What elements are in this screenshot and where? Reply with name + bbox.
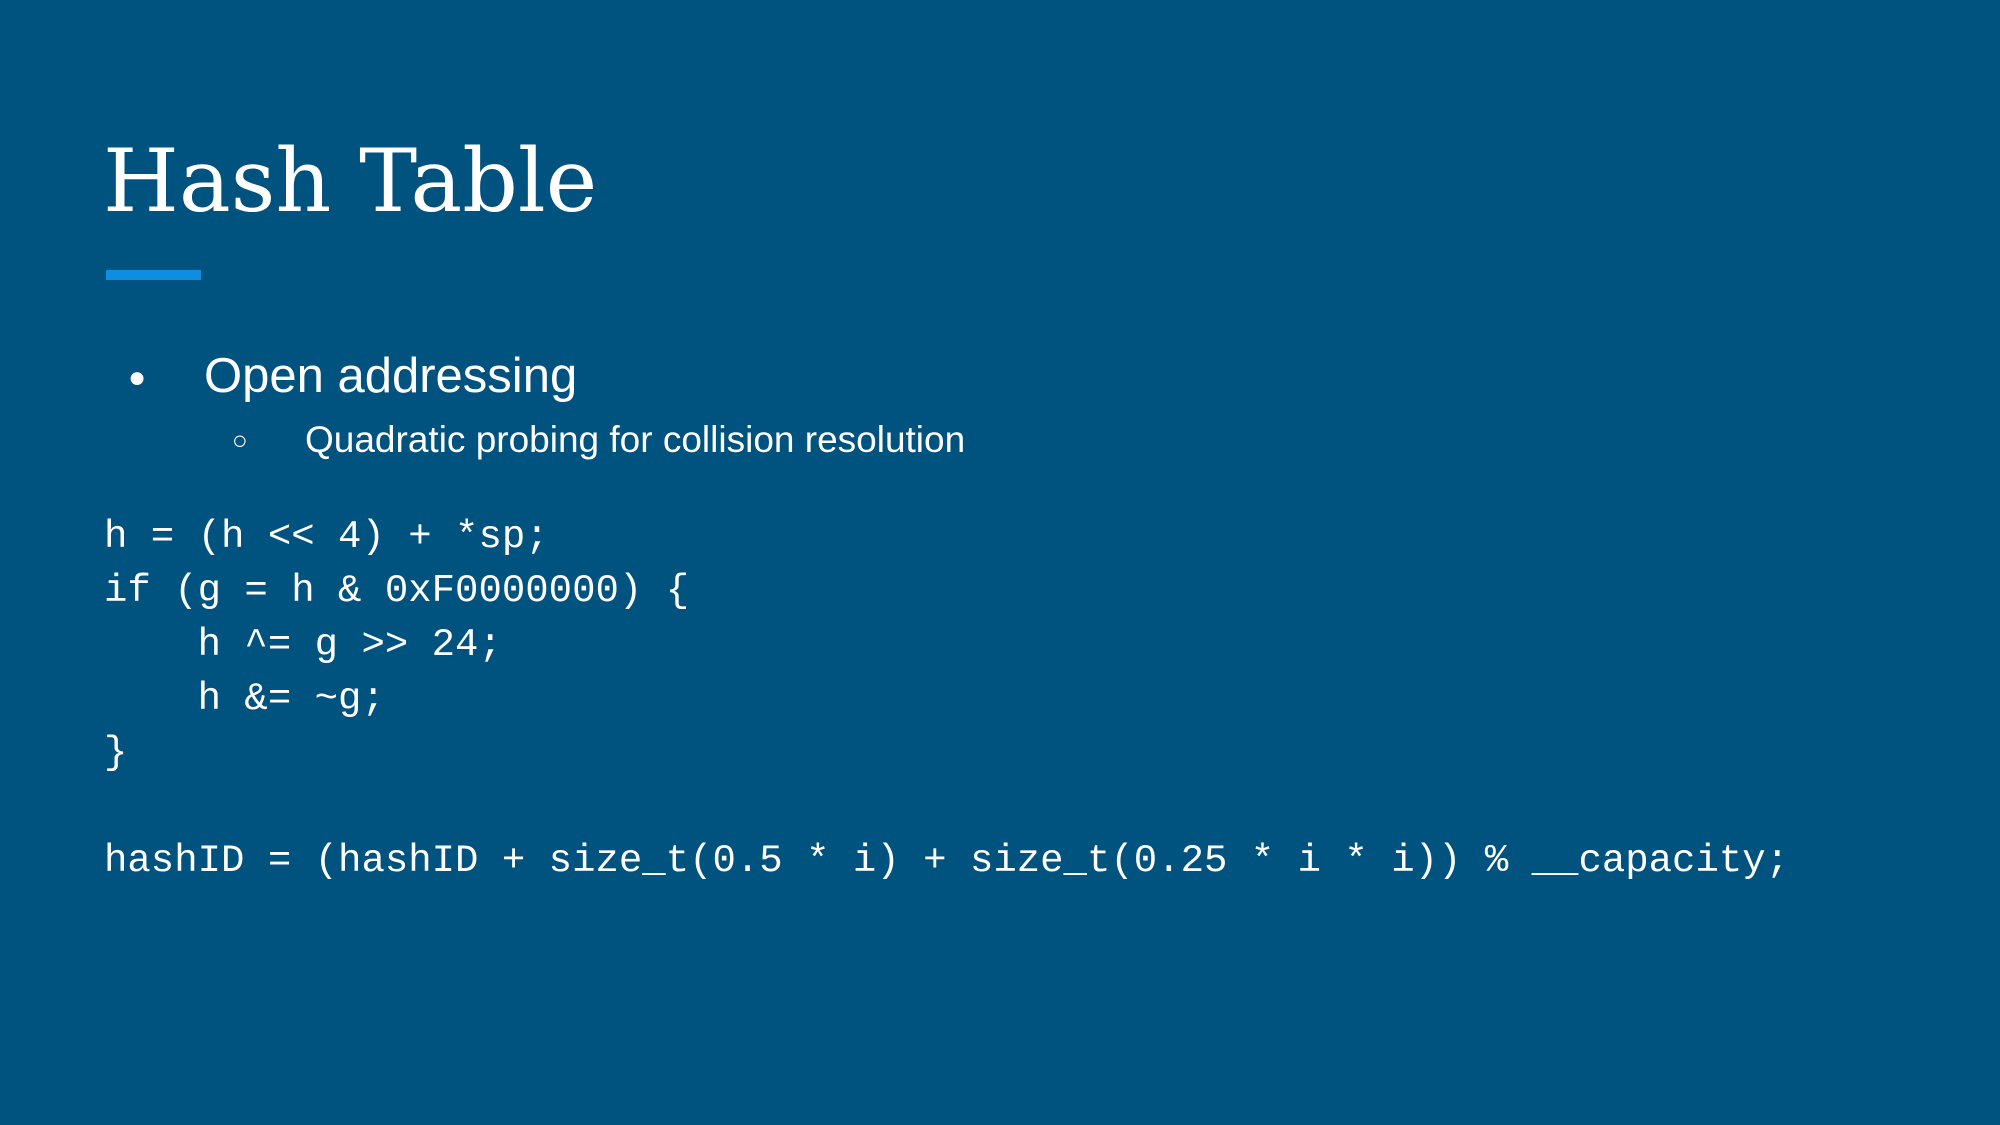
code-line: hashID = (hashID + size_t(0.5 * i) + siz…: [104, 839, 1790, 883]
bullet-text: Open addressing: [204, 349, 578, 403]
filled-bullet-icon: ●: [128, 361, 147, 394]
code-line: if (g = h & 0xF0000000) {: [104, 569, 690, 613]
code-line: h &= ~g;: [104, 677, 385, 721]
title-accent-bar: [106, 270, 201, 280]
slide: Hash Table ● Open addressing ○ Quadratic…: [0, 0, 2000, 1125]
code-line: h = (h << 4) + *sp;: [104, 515, 549, 559]
hollow-bullet-icon: ○: [232, 425, 248, 455]
code-line: }: [104, 731, 128, 775]
code-block: h = (h << 4) + *sp; if (g = h & 0xF00000…: [104, 510, 1789, 888]
slide-title: Hash Table: [103, 130, 598, 232]
code-line: h ^= g >> 24;: [104, 623, 502, 667]
sub-bullet-text: Quadratic probing for collision resoluti…: [305, 419, 966, 460]
